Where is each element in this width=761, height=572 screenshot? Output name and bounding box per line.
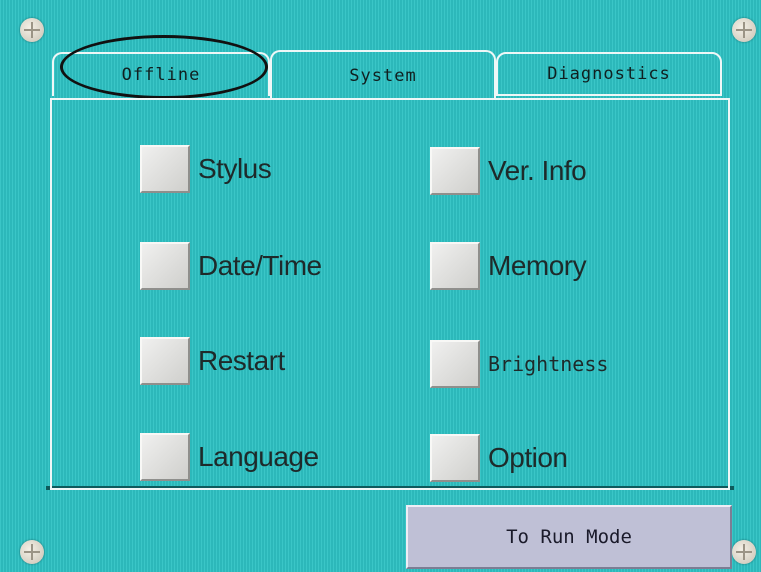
brightness-option[interactable]: Brightness <box>430 340 608 388</box>
screw-icon <box>732 18 756 42</box>
language-label: Language <box>198 441 319 472</box>
tab-diagnostics[interactable]: Diagnostics <box>496 52 722 96</box>
stylus-option[interactable]: Stylus <box>140 145 272 193</box>
date-time-label: Date/Time <box>198 250 322 281</box>
restart-option[interactable]: Restart <box>140 337 285 385</box>
tab-offline-label: Offline <box>121 65 201 85</box>
memory-label: Memory <box>488 250 587 281</box>
restart-label: Restart <box>198 345 285 376</box>
date-time-option[interactable]: Date/Time <box>140 242 322 290</box>
ver-info-button[interactable] <box>430 147 480 195</box>
screw-icon <box>20 540 44 564</box>
option-label: Option <box>488 442 568 473</box>
memory-option[interactable]: Memory <box>430 242 587 290</box>
date-time-button[interactable] <box>140 242 190 290</box>
language-option[interactable]: Language <box>140 433 319 481</box>
ver-info-label: Ver. Info <box>488 155 587 186</box>
memory-button[interactable] <box>430 242 480 290</box>
tab-diagnostics-label: Diagnostics <box>547 64 671 84</box>
screw-icon <box>20 18 44 42</box>
to-run-mode-button[interactable]: To Run Mode <box>406 505 732 569</box>
to-run-mode-label: To Run Mode <box>506 526 632 548</box>
tab-offline[interactable]: Offline <box>52 52 270 96</box>
stylus-button[interactable] <box>140 145 190 193</box>
ver-info-option[interactable]: Ver. Info <box>430 147 587 195</box>
language-button[interactable] <box>140 433 190 481</box>
tab-system-label: System <box>349 66 417 86</box>
tab-system[interactable]: System <box>270 50 496 100</box>
brightness-button[interactable] <box>430 340 480 388</box>
option-option[interactable]: Option <box>430 434 568 482</box>
restart-button[interactable] <box>140 337 190 385</box>
stylus-label: Stylus <box>198 153 272 184</box>
option-button[interactable] <box>430 434 480 482</box>
screw-icon <box>732 540 756 564</box>
brightness-label: Brightness <box>488 352 609 376</box>
